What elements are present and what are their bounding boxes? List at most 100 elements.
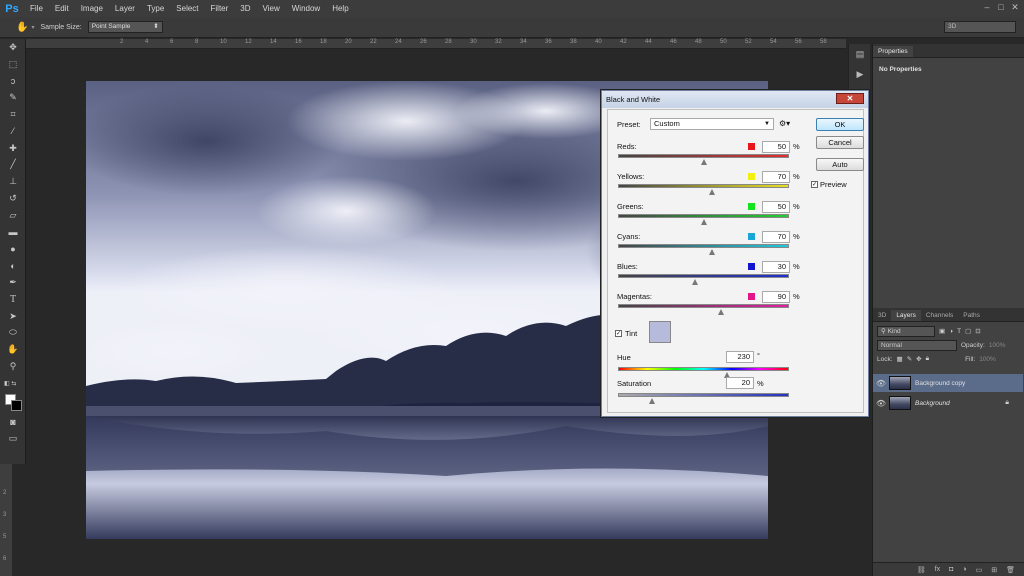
magentas-slider-knob[interactable] [718,309,724,315]
blur-tool-icon[interactable]: ● [0,241,26,258]
blues-slider-track[interactable] [618,274,789,278]
close-icon[interactable]: ✕ [1010,2,1020,12]
new-layer-icon[interactable]: ⊞ [991,566,997,574]
eyedropper-tool-icon[interactable]: ⁄ [0,123,26,140]
layer-kind-filter[interactable]: ⚲ Kind [877,325,935,337]
reds-input[interactable]: 50 [762,141,790,153]
lock-transparent-icon[interactable]: ▦ [897,355,903,363]
actions-panel-icon[interactable]: ▶ [849,64,871,84]
menu-select[interactable]: Select [170,0,204,17]
healing-brush-tool-icon[interactable]: ✚ [0,140,26,157]
brush-tool-icon[interactable]: ╱ [0,157,26,174]
hand-tool-icon[interactable]: ✋ [0,341,26,358]
tab-properties[interactable]: Properties [873,46,913,57]
menu-type[interactable]: Type [141,0,170,17]
add-mask-icon[interactable]: ◘ [949,566,953,573]
type-filter-icon[interactable]: T [957,328,961,335]
cancel-button[interactable]: Cancel [816,136,864,149]
close-icon[interactable]: ✕ [836,93,864,104]
yellows-slider-track[interactable] [618,184,789,188]
yellows-input[interactable]: 70 [762,171,790,183]
pen-tool-icon[interactable]: ✒ [0,274,26,291]
hue-input[interactable]: 230 [726,351,754,363]
screen-mode-icon[interactable]: ▭ [0,431,26,448]
greens-slider-track[interactable] [618,214,789,218]
history-panel-icon[interactable]: ▤ [849,44,871,64]
saturation-slider-knob[interactable] [649,398,655,404]
fill-value[interactable]: 100% [979,356,996,363]
tab-3d[interactable]: 3D [873,310,891,321]
path-selection-tool-icon[interactable]: ➤ [0,308,26,325]
greens-input[interactable]: 50 [762,201,790,213]
background-color[interactable] [11,399,22,411]
move-tool-icon[interactable]: ✥ [0,39,26,56]
delete-layer-icon[interactable]: 🗑︎ [1006,566,1015,574]
preset-options-gear-icon[interactable]: ⚙▾ [779,119,790,128]
tint-checkbox[interactable]: ✓ [615,330,622,337]
cyans-slider-knob[interactable] [709,249,715,255]
menu-help[interactable]: Help [326,0,354,17]
sample-size-select[interactable]: Point Sample ⬍ [87,21,163,33]
tab-channels[interactable]: Channels [921,310,958,321]
dialog-title-bar[interactable]: Black and White ✕ [602,91,868,108]
history-brush-tool-icon[interactable]: ↺ [0,190,26,207]
tool-preset-chevron-icon[interactable]: ▾ [31,24,34,31]
layer-row-background[interactable]: 👁︎ Background 🔒︎ [873,394,1023,412]
menu-window[interactable]: Window [286,0,326,17]
preset-select[interactable]: Custom ▼ [650,118,774,130]
eraser-tool-icon[interactable]: ▱ [0,207,26,224]
ok-button[interactable]: OK [816,118,864,131]
new-group-icon[interactable]: ▭ [976,566,983,574]
magentas-input[interactable]: 90 [762,291,790,303]
lock-position-icon[interactable]: ✥ [916,355,921,363]
quick-mask-icon[interactable]: ◙ [0,414,26,431]
menu-file[interactable]: File [24,0,49,17]
smart-object-filter-icon[interactable]: ⊡ [975,327,980,335]
magentas-slider-track[interactable] [618,304,789,308]
hue-slider-track[interactable] [618,367,789,371]
pixel-filter-icon[interactable]: ▣ [939,327,945,335]
quick-select-tool-icon[interactable]: ✎ [0,89,26,106]
minimize-icon[interactable]: – [982,2,992,12]
saturation-input[interactable]: 20 [726,377,754,389]
cyans-input[interactable]: 70 [762,231,790,243]
menu-3d[interactable]: 3D [234,0,256,17]
layer-style-icon[interactable]: fx [935,566,940,573]
yellows-slider-knob[interactable] [709,189,715,195]
lasso-tool-icon[interactable]: ↄ [0,73,26,90]
lock-image-icon[interactable]: ✎ [907,355,912,363]
type-tool-icon[interactable]: T [0,291,26,308]
color-swatches[interactable] [0,392,25,414]
link-layers-icon[interactable]: ⛓ [917,566,926,574]
marquee-tool-icon[interactable]: ⬚ [0,56,26,73]
opacity-value[interactable]: 100% [989,342,1006,349]
maximize-icon[interactable]: □ [996,2,1006,12]
visibility-eye-icon[interactable]: 👁︎ [873,379,889,388]
hand-tool-icon[interactable]: ✋ [16,22,28,33]
adjustment-filter-icon[interactable]: ◑ [949,328,953,335]
blend-mode-select[interactable]: Normal [877,339,957,351]
visibility-eye-icon[interactable]: 👁︎ [873,399,889,408]
layer-row-background-copy[interactable]: 👁︎ Background copy [873,374,1023,392]
crop-tool-icon[interactable]: ⌗ [0,106,26,123]
saturation-slider-track[interactable] [618,393,789,397]
cyans-slider-track[interactable] [618,244,789,248]
blues-input[interactable]: 30 [762,261,790,273]
shape-filter-icon[interactable]: ▢ [965,327,971,335]
menu-image[interactable]: Image [75,0,109,17]
zoom-tool-icon[interactable]: ⚲ [0,358,26,375]
workspace-select[interactable]: 3D [944,21,1016,33]
menu-view[interactable]: View [257,0,286,17]
blues-slider-knob[interactable] [692,279,698,285]
reds-slider-track[interactable] [618,154,789,158]
lock-all-icon[interactable]: 🔒︎ [926,355,929,363]
reds-slider-knob[interactable] [701,159,707,165]
adjustment-layer-icon[interactable]: ◑ [962,566,966,573]
menu-layer[interactable]: Layer [109,0,141,17]
preview-checkbox[interactable]: ✓ [811,181,818,188]
tab-layers[interactable]: Layers [891,310,921,321]
gradient-tool-icon[interactable]: ▬ [0,224,26,241]
dodge-tool-icon[interactable]: ◐ [0,257,26,274]
default-colors-icon[interactable]: ◧ ⇆ [0,375,26,392]
clone-stamp-tool-icon[interactable]: ⊥ [0,173,26,190]
